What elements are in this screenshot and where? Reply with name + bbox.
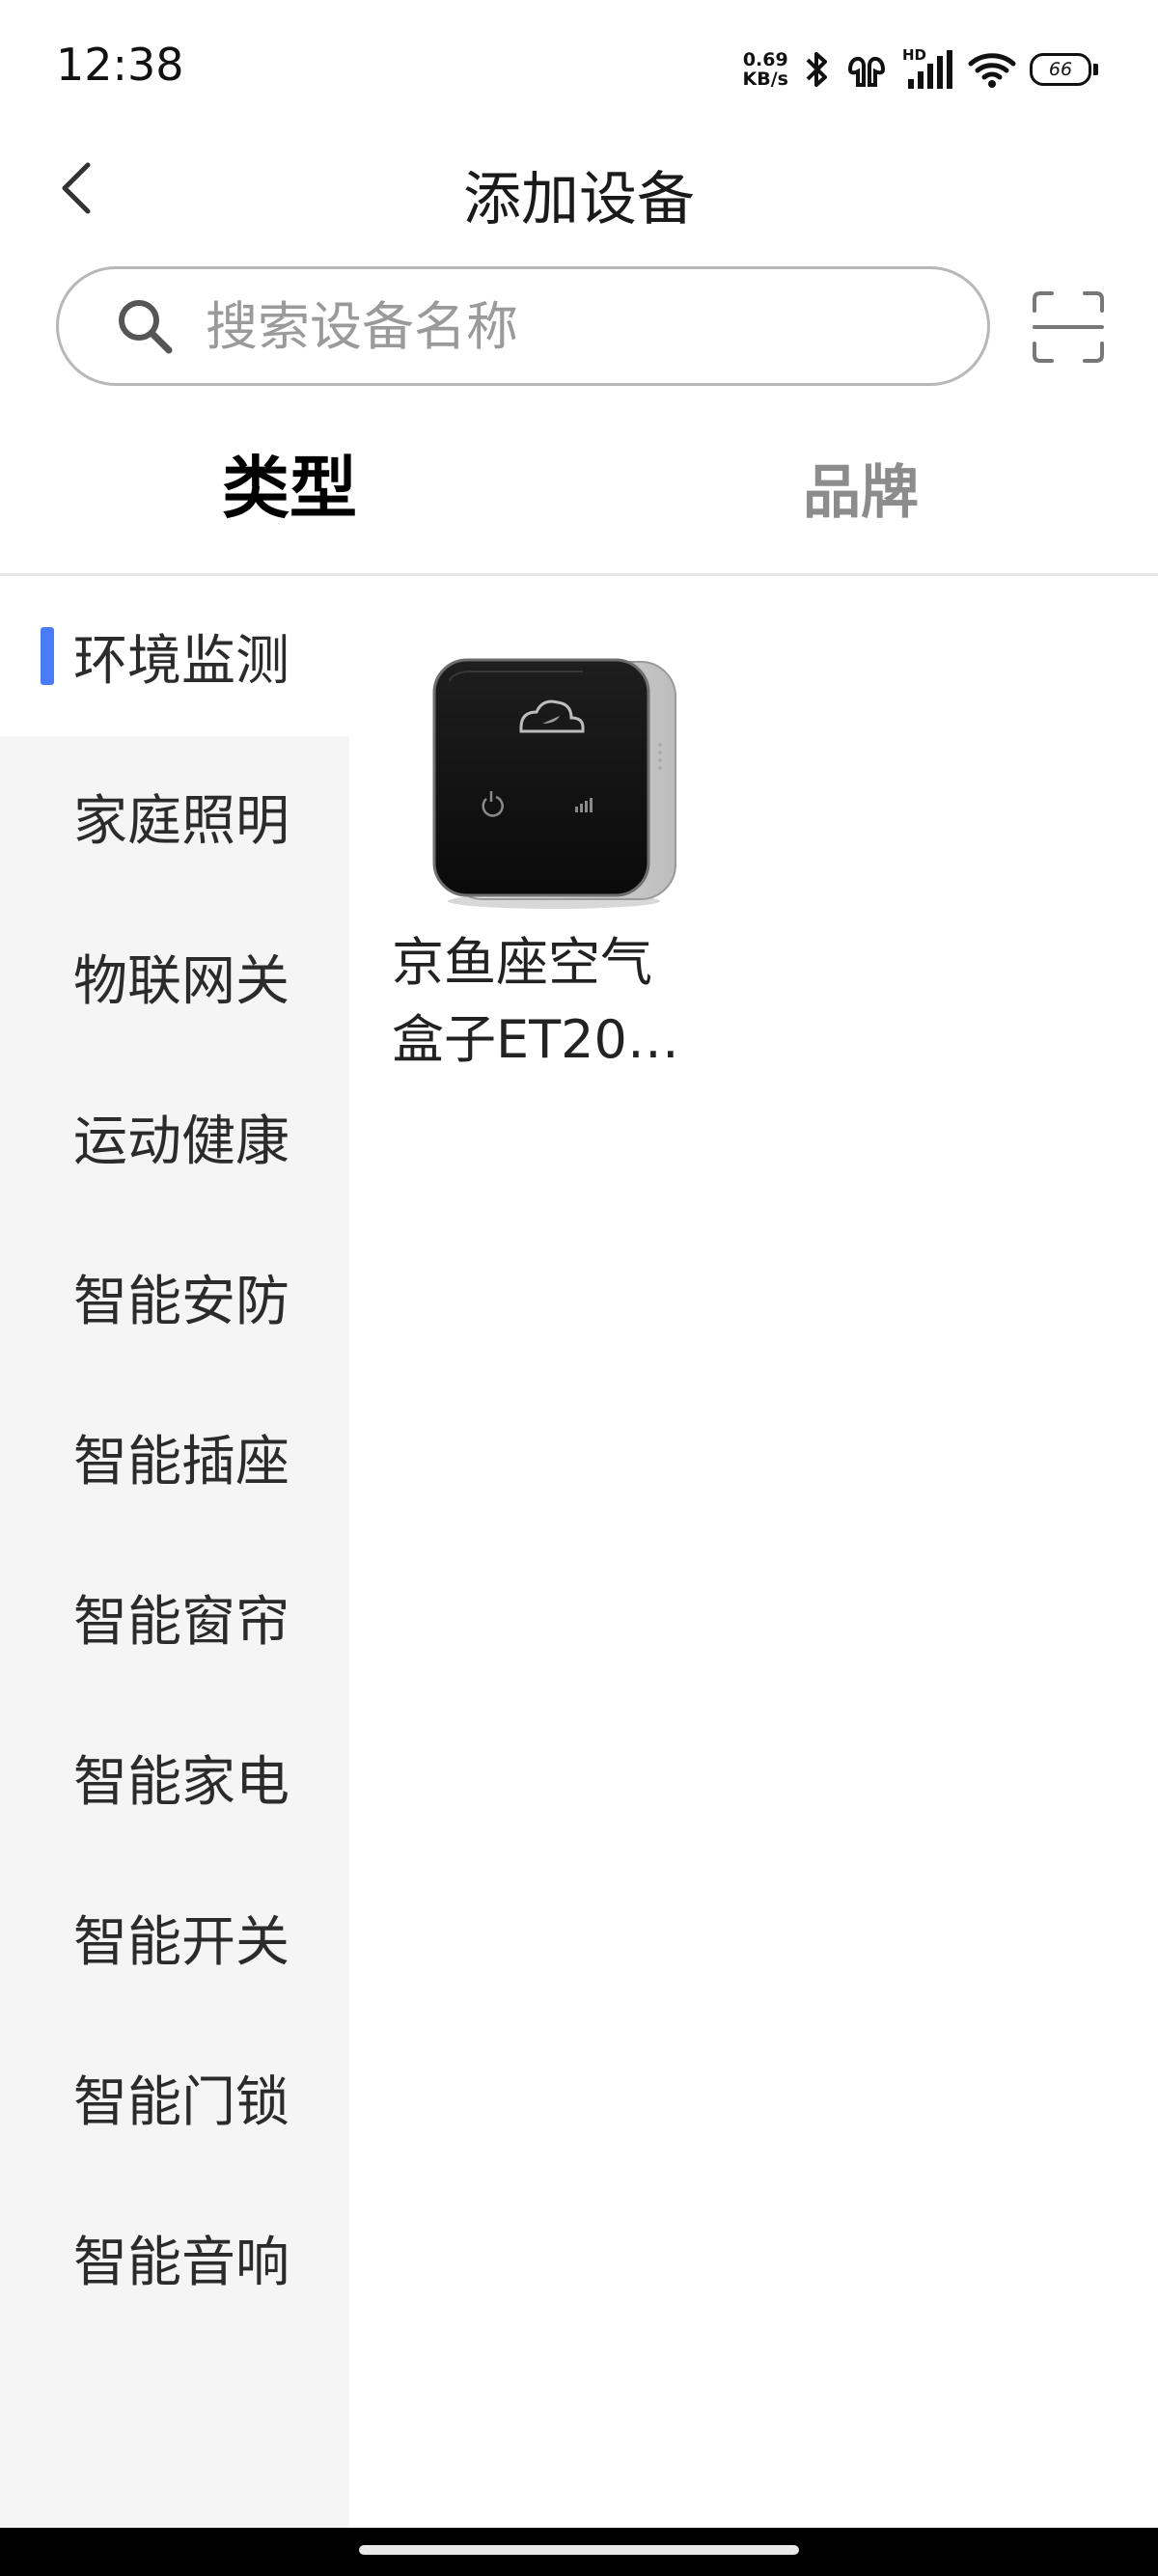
battery-level: 66	[1030, 53, 1091, 86]
network-speed: 0.69 KB/s	[743, 50, 788, 89]
header: 添加设备	[0, 135, 1158, 241]
wifi-icon	[968, 53, 1016, 88]
sidebar-item-label: 智能开关	[73, 1910, 290, 1974]
search-input[interactable]	[204, 287, 883, 366]
sidebar-item-home-lighting[interactable]: 家庭照明	[0, 736, 349, 896]
sidebar-item-label: 智能门锁	[73, 2070, 290, 2134]
category-sidebar: 环境监测 家庭照明 物联网关 运动健康 智能安防 智能插座 智能窗帘 智能家电 …	[0, 576, 349, 2528]
sidebar-item-smart-switch[interactable]: 智能开关	[0, 1857, 349, 2017]
page-title: 添加设备	[463, 166, 695, 233]
sidebar-item-smart-appliance[interactable]: 智能家电	[0, 1697, 349, 1857]
scan-icon	[1033, 291, 1104, 363]
sidebar-item-environment-monitoring[interactable]: 环境监测	[0, 576, 349, 736]
sidebar-item-label: 智能安防	[73, 1270, 290, 1333]
sidebar-item-smart-security[interactable]: 智能安防	[0, 1217, 349, 1377]
bluetooth-icon	[806, 52, 827, 87]
status-bar: 12:38 0.69 KB/s HD 66	[0, 0, 1158, 135]
search-box[interactable]	[56, 266, 990, 386]
sidebar-item-label: 智能音响	[73, 2231, 290, 2294]
sidebar-item-smart-lock[interactable]: 智能门锁	[0, 2017, 349, 2178]
sidebar-item-smart-curtain[interactable]: 智能窗帘	[0, 1537, 349, 1697]
sidebar-item-label: 家庭照明	[73, 789, 290, 853]
signal-icon: HD	[902, 48, 954, 91]
device-name: 京鱼座空气 盒子ET20…	[392, 924, 710, 1079]
network-speed-unit: KB/s	[742, 69, 788, 90]
status-icons: 0.69 KB/s HD 66	[743, 42, 1098, 96]
search-icon	[115, 296, 175, 356]
battery-icon: 66	[1030, 53, 1098, 86]
sidebar-item-iot-gateway[interactable]: 物联网关	[0, 896, 349, 1056]
sidebar-item-label: 智能家电	[73, 1750, 290, 1814]
device-name-line2: 盒子ET20…	[392, 1009, 679, 1070]
system-nav-bar	[0, 2528, 1158, 2576]
scan-button[interactable]	[1031, 289, 1106, 365]
sidebar-item-label: 智能窗帘	[73, 1590, 290, 1654]
network-speed-value: 0.69	[742, 49, 788, 70]
tab-brand[interactable]: 品牌	[803, 446, 919, 530]
sidebar-item-label: 智能插座	[73, 1430, 290, 1494]
sidebar-item-smart-socket[interactable]: 智能插座	[0, 1377, 349, 1537]
active-indicator	[41, 627, 54, 685]
earbuds-icon	[847, 57, 886, 87]
tab-type[interactable]: 类型	[222, 434, 357, 532]
sidebar-item-label: 运动健康	[73, 1110, 290, 1173]
air-box-device-image	[432, 658, 676, 909]
sidebar-item-label: 物联网关	[73, 949, 290, 1013]
status-time: 12:38	[56, 39, 184, 91]
sidebar-item-label: 环境监测	[73, 629, 290, 693]
device-name-line1: 京鱼座空气	[392, 932, 652, 993]
sidebar-item-smart-speaker[interactable]: 智能音响	[0, 2178, 349, 2338]
sidebar-item-fitness-health[interactable]: 运动健康	[0, 1056, 349, 1217]
home-indicator[interactable]	[359, 2545, 799, 2555]
